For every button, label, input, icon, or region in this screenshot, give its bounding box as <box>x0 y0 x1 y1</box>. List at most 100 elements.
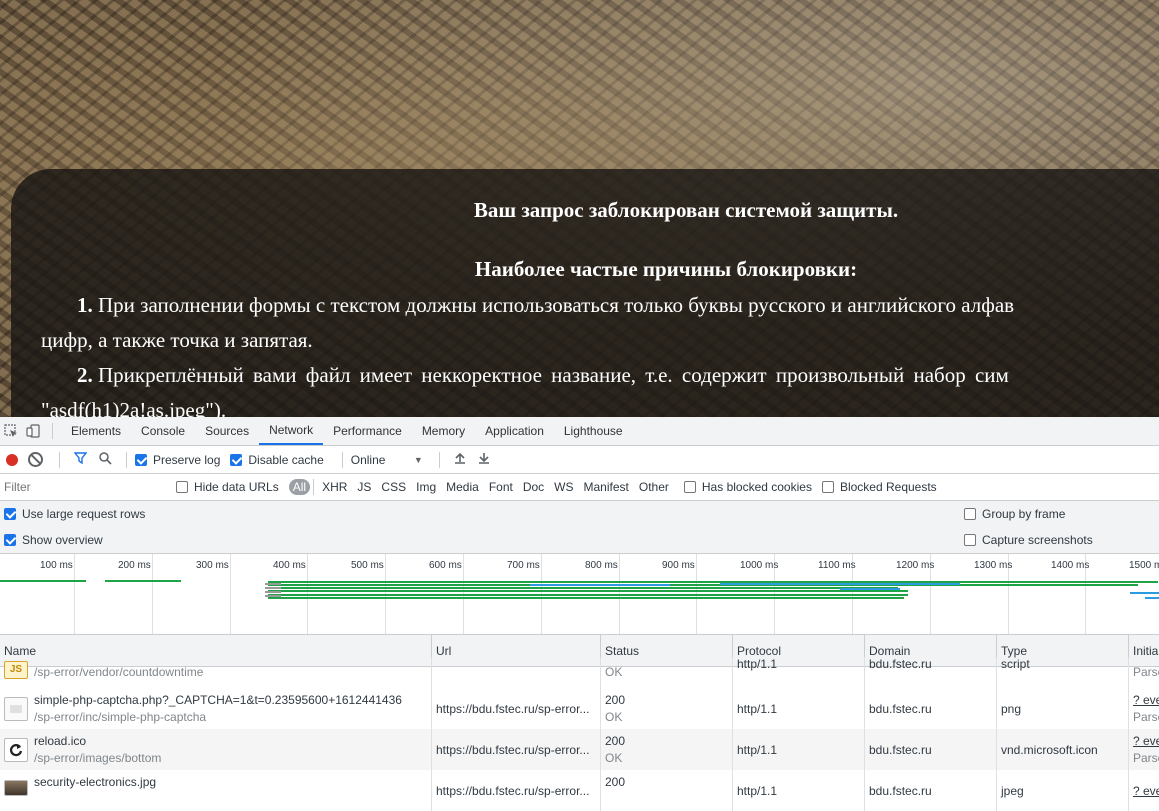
filter-type-font[interactable]: Font <box>484 480 518 494</box>
table-row[interactable]: JS /sp-error/vendor/countdowntime OK htt… <box>0 657 1159 688</box>
tab-lighthouse[interactable]: Lighthouse <box>554 417 633 445</box>
checkbox-unchecked-icon <box>683 481 696 493</box>
tab-application[interactable]: Application <box>475 417 554 445</box>
show-overview-checkbox[interactable]: Show overview <box>4 533 103 547</box>
initiator-link[interactable]: ? eve <box>1133 784 1159 798</box>
url-cell: https://bdu.fstec.ru/sp-error... <box>432 688 601 729</box>
filter-type-media[interactable]: Media <box>441 480 484 494</box>
tab-console[interactable]: Console <box>131 417 195 445</box>
url-cell: https://bdu.fstec.ru/sp-error... <box>432 770 601 811</box>
initiator-cell: ? eve <box>1129 770 1159 811</box>
status-code: 200 <box>605 775 626 789</box>
protocol-cell: http/1.1 <box>733 657 865 688</box>
toolbar-divider <box>59 451 60 468</box>
overview-tick-label: 500 ms <box>351 560 384 571</box>
status-code: 200 <box>605 733 626 748</box>
overview-tick-label: 900 ms <box>662 560 695 571</box>
overview-request-bar <box>268 581 1158 583</box>
filter-icon[interactable] <box>73 452 88 467</box>
toolbar-divider <box>52 423 53 439</box>
has-blocked-cookies-checkbox[interactable]: Has blocked cookies <box>683 480 812 494</box>
overview-tick-label: 100 ms <box>40 560 73 571</box>
filter-divider <box>313 479 315 495</box>
overview-request-bar <box>1145 597 1159 599</box>
type-cell: script <box>997 657 1129 688</box>
initiator-link[interactable]: ? eve <box>1133 692 1159 709</box>
has-blocked-cookies-label: Has blocked cookies <box>701 480 812 494</box>
overview-request-bar <box>720 583 960 585</box>
network-overview[interactable]: 100 ms 200 ms 300 ms 400 ms 500 ms 600 ms 700 … <box>0 554 1159 635</box>
preserve-log-checkbox[interactable]: Preserve log <box>135 453 220 467</box>
group-by-frame-label: Group by frame <box>982 507 1066 521</box>
filter-type-doc[interactable]: Doc <box>518 480 549 494</box>
type-cell: png <box>997 688 1129 729</box>
filter-input[interactable] <box>0 477 166 497</box>
tab-memory[interactable]: Memory <box>412 417 475 445</box>
overview-request-bar <box>268 584 1138 586</box>
filter-type-xhr[interactable]: XHR <box>317 480 352 494</box>
domain-cell: bdu.fstec.ru <box>865 770 997 811</box>
blocked-requests-checkbox[interactable]: Blocked Requests <box>821 480 937 494</box>
checkbox-unchecked-icon <box>176 481 188 493</box>
clear-icon[interactable] <box>28 452 43 467</box>
type-value: vnd.microsoft.icon <box>1001 742 1098 757</box>
preserve-log-label: Preserve log <box>153 452 221 467</box>
disable-cache-checkbox[interactable]: Disable cache <box>230 453 324 467</box>
overview-tick-label: 1000 ms <box>740 560 779 571</box>
inspect-element-icon[interactable] <box>0 417 22 445</box>
hide-data-urls-checkbox[interactable]: Hide data URLs <box>176 480 279 494</box>
tab-performance[interactable]: Performance <box>323 417 412 445</box>
request-path: /sp-error/vendor/countdowntime <box>34 665 204 679</box>
request-name: reload.ico <box>34 733 87 748</box>
overview-tick-label: 1300 ms <box>974 560 1013 571</box>
blocked-requests-label: Blocked Requests <box>839 480 937 494</box>
blocked-page-background: Ваш запрос заблокирован системой защиты.… <box>0 0 1159 417</box>
type-cell: vnd.microsoft.icon <box>997 729 1129 770</box>
table-row[interactable]: security-electronics.jpg https://bdu.fst… <box>0 770 1159 811</box>
overview-request-bar <box>1130 592 1159 594</box>
filter-type-manifest[interactable]: Manifest <box>579 480 634 494</box>
throttling-select[interactable]: Online ▼ <box>351 453 423 467</box>
domain-cell: bdu.fstec.ru <box>865 729 997 770</box>
requests-table-body: JS /sp-error/vendor/countdowntime OK htt… <box>0 657 1159 811</box>
export-har-icon[interactable] <box>478 452 490 467</box>
initiator-link[interactable]: ? eve <box>1133 733 1159 750</box>
network-settings: Use large request rows Show overview Gro… <box>0 501 1159 554</box>
initiator-cell: Parse <box>1129 657 1159 688</box>
initiator-cell: ? eveParse <box>1129 729 1159 770</box>
overview-tick-label: 400 ms <box>273 560 306 571</box>
group-by-frame-checkbox[interactable]: Group by frame <box>964 507 1065 521</box>
table-row[interactable]: reload.ico/sp-error/images/bottom https:… <box>0 729 1159 770</box>
filter-type-img[interactable]: Img <box>411 480 441 494</box>
url-value: https://bdu.fstec.ru/sp-error... <box>436 742 590 757</box>
tab-network[interactable]: Network <box>259 417 324 445</box>
checkbox-checked-icon <box>4 508 16 520</box>
reason-1-number: 1. <box>77 293 93 317</box>
reason-2-number: 2. <box>77 363 93 387</box>
filter-type-css[interactable]: CSS <box>376 480 411 494</box>
record-icon[interactable] <box>6 453 18 466</box>
large-rows-checkbox[interactable]: Use large request rows <box>4 507 145 521</box>
overview-request-bar <box>265 595 281 597</box>
notice-title: Ваш запрос заблокирован системой защиты. <box>473 198 899 222</box>
initiator-cell: ? eveParse <box>1129 688 1159 729</box>
toolbar-divider <box>126 451 127 468</box>
overview-request-bar <box>0 580 86 582</box>
domain-value: bdu.fstec.ru <box>869 783 932 798</box>
tab-elements[interactable]: Elements <box>61 417 131 445</box>
filter-type-js[interactable]: JS <box>352 480 376 494</box>
overview-tick-label: 1200 ms <box>896 560 935 571</box>
table-row[interactable]: simple-php-captcha.php?_CAPTCHA=1&t=0.23… <box>0 688 1159 729</box>
import-har-icon[interactable] <box>454 452 466 467</box>
tab-sources[interactable]: Sources <box>195 417 259 445</box>
filter-type-ws[interactable]: WS <box>549 480 578 494</box>
overview-tick-label: 1100 ms <box>818 560 856 571</box>
filter-type-other[interactable]: Other <box>634 480 674 494</box>
device-toolbar-icon[interactable] <box>22 417 44 445</box>
status-cell: 200 <box>601 770 733 811</box>
overview-gridline <box>74 554 75 634</box>
initiator-sub: Parse <box>1133 750 1159 765</box>
search-icon[interactable] <box>99 451 112 468</box>
capture-screenshots-checkbox[interactable]: Capture screenshots <box>964 533 1093 547</box>
filter-type-all[interactable]: All <box>288 479 311 495</box>
